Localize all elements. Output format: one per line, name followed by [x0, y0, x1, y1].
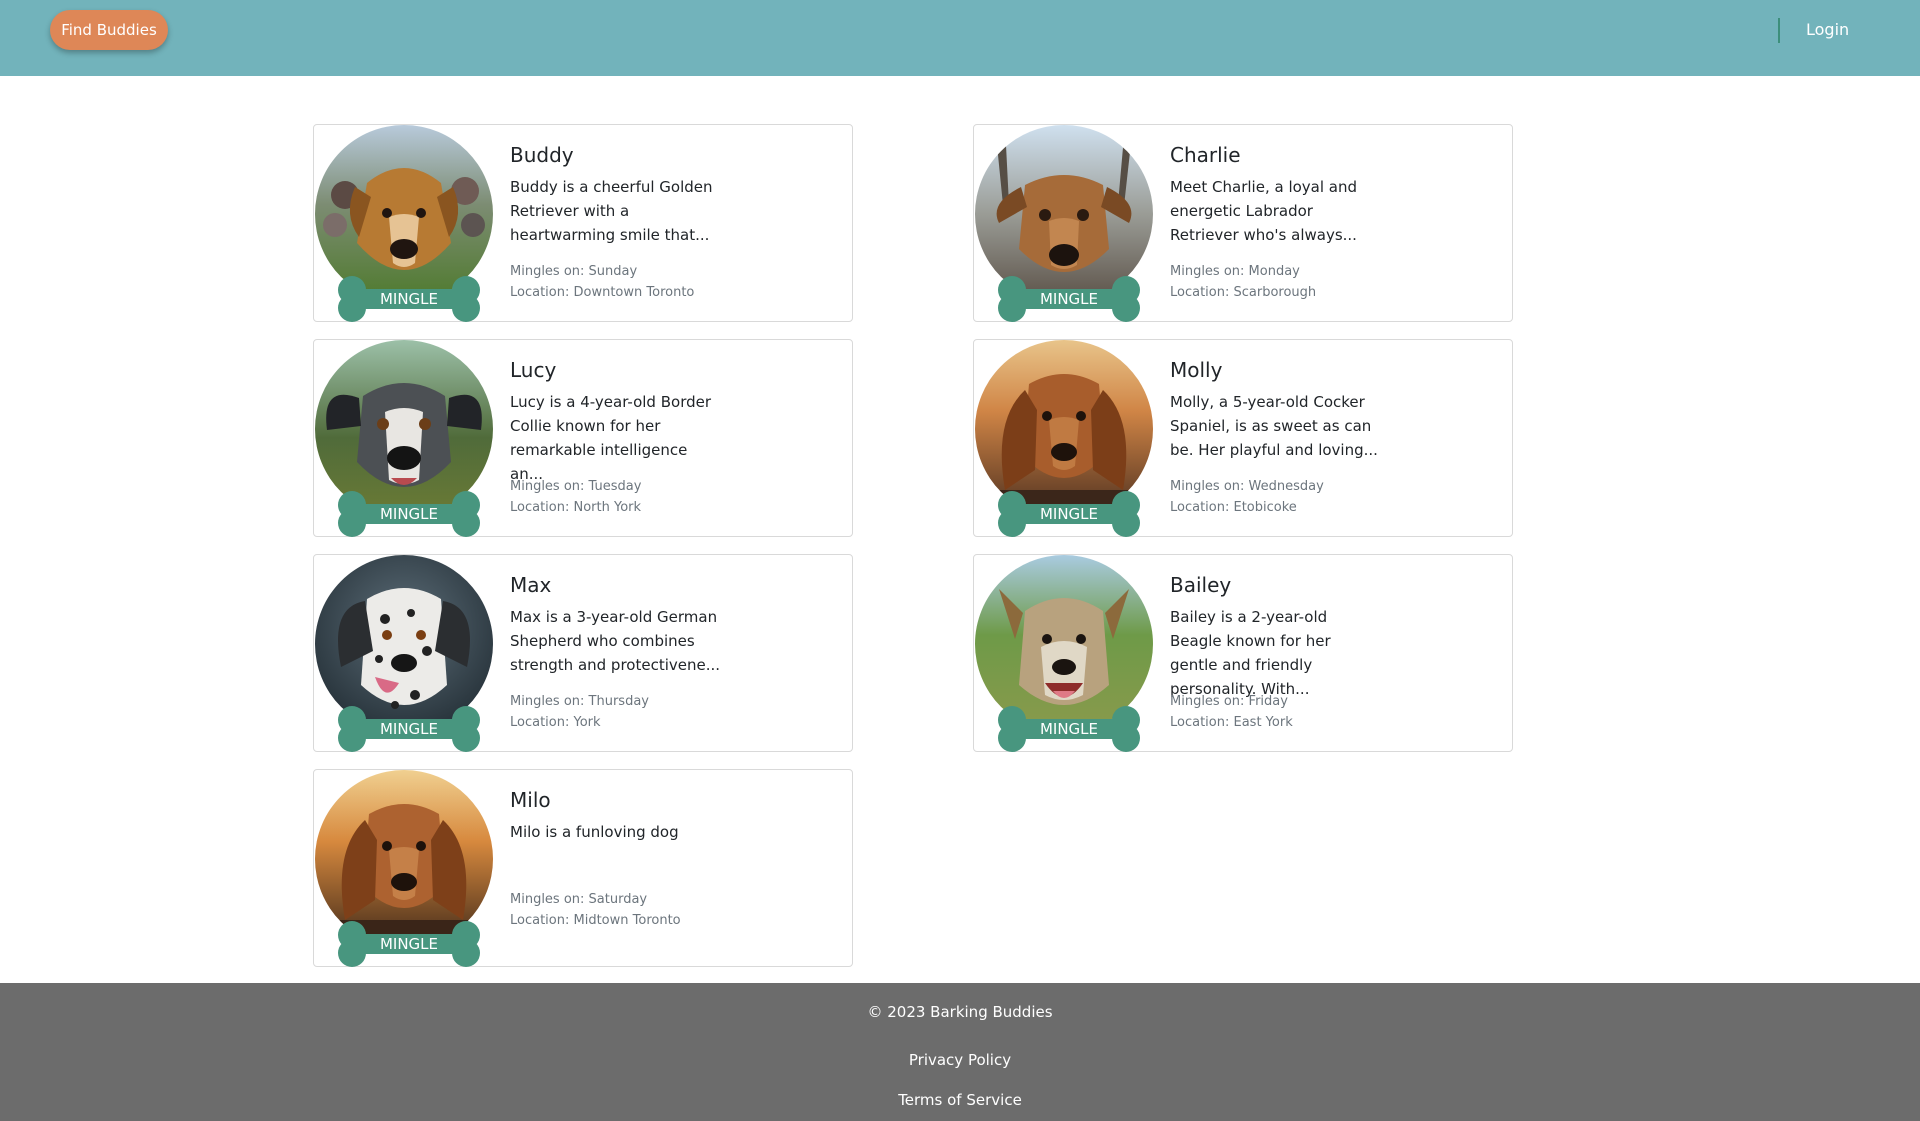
dog-card-lucy: MINGLE Lucy Lucy is a 4-year-old Border … — [313, 339, 853, 537]
mingle-button[interactable]: MINGLE — [998, 276, 1140, 322]
dog-card-bailey: MINGLE Bailey Bailey is a 2-year-old Bea… — [973, 554, 1513, 752]
dog-location: Location: Midtown Toronto — [510, 913, 681, 928]
dog-description: Max is a 3-year-old German Shepherd who … — [510, 608, 721, 674]
mingle-button[interactable]: MINGLE — [338, 921, 480, 967]
terms-of-service-link[interactable]: Terms of Service — [0, 1091, 1920, 1109]
dog-card-molly: MINGLE Molly Molly, a 5-year-old Cocker … — [973, 339, 1513, 537]
privacy-policy-link[interactable]: Privacy Policy — [0, 1051, 1920, 1069]
dog-description: Buddy is a cheerful Golden Retriever wit… — [510, 178, 713, 244]
dog-card-buddy: MINGLE Buddy Buddy is a cheerful Golden … — [313, 124, 853, 322]
dog-description: Bailey is a 2-year-old Beagle known for … — [1170, 608, 1331, 698]
dog-description: Lucy is a 4-year-old Border Collie known… — [510, 393, 712, 483]
mingle-day: Mingles on: Thursday — [510, 694, 649, 709]
dog-description: Meet Charlie, a loyal and energetic Labr… — [1170, 178, 1358, 244]
mingle-day: Mingles on: Wednesday — [1170, 479, 1324, 494]
mingle-label: MINGLE — [379, 290, 439, 308]
dog-name: Max — [510, 573, 552, 597]
mingle-label: MINGLE — [1039, 505, 1099, 523]
dog-description: Molly, a 5-year-old Cocker Spaniel, is a… — [1170, 393, 1378, 459]
mingle-day: Mingles on: Friday — [1170, 694, 1288, 709]
dog-location: Location: Scarborough — [1170, 285, 1317, 300]
dog-location: Location: York — [510, 715, 601, 730]
mingle-label: MINGLE — [379, 935, 439, 953]
dog-name: Bailey — [1170, 573, 1232, 597]
mingle-button[interactable]: MINGLE — [998, 491, 1140, 537]
dog-location: Location: East York — [1170, 715, 1293, 730]
dog-description: Milo is a funloving dog — [510, 823, 679, 841]
mingle-label: MINGLE — [379, 505, 439, 523]
mingle-day: Mingles on: Tuesday — [510, 479, 642, 494]
mingle-label: MINGLE — [1039, 290, 1099, 308]
mingle-label: MINGLE — [379, 720, 439, 738]
footer: © 2023 Barking Buddies Privacy Policy Te… — [0, 983, 1920, 1121]
mingle-button[interactable]: MINGLE — [338, 491, 480, 537]
dog-name: Buddy — [510, 143, 574, 167]
dog-card-milo: MINGLE Milo Milo is a funloving dog Ming… — [313, 769, 853, 967]
mingle-day: Mingles on: Sunday — [510, 264, 638, 279]
copyright-text: © 2023 Barking Buddies — [867, 1003, 1053, 1021]
dog-card-max: MINGLE Max Max is a 3-year-old German Sh… — [313, 554, 853, 752]
dog-location: Location: North York — [510, 500, 642, 515]
dog-name: Milo — [510, 788, 551, 812]
dog-name: Lucy — [510, 358, 557, 382]
mingle-button[interactable]: MINGLE — [998, 706, 1140, 752]
dog-cards-grid: MINGLE Buddy Buddy is a cheerful Golden … — [0, 0, 1920, 1121]
mingle-button[interactable]: MINGLE — [338, 276, 480, 322]
mingle-label: MINGLE — [1039, 720, 1099, 738]
dog-location: Location: Etobicoke — [1170, 500, 1297, 515]
dog-card-charlie: MINGLE Charlie Meet Charlie, a loyal and… — [973, 124, 1513, 322]
dog-name: Molly — [1170, 358, 1223, 382]
dog-location: Location: Downtown Toronto — [510, 285, 695, 300]
mingle-day: Mingles on: Monday — [1170, 264, 1300, 279]
mingle-button[interactable]: MINGLE — [338, 706, 480, 752]
dog-name: Charlie — [1170, 143, 1241, 167]
mingle-day: Mingles on: Saturday — [510, 892, 648, 907]
